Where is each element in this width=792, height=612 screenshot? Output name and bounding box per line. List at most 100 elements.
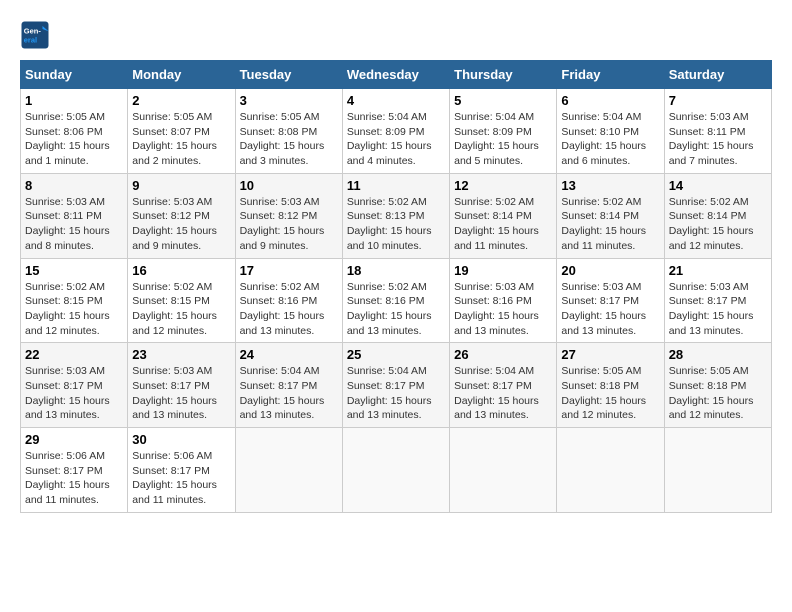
day-info: Sunrise: 5:02 AM Sunset: 8:16 PM Dayligh… [347, 280, 445, 339]
calendar-cell: 20Sunrise: 5:03 AM Sunset: 8:17 PM Dayli… [557, 258, 664, 343]
calendar-cell: 30 Sunrise: 5:06 AM Sunset: 8:17 PM Dayli… [128, 428, 235, 513]
calendar-cell: 11Sunrise: 5:02 AM Sunset: 8:13 PM Dayli… [342, 173, 449, 258]
calendar-table: SundayMondayTuesdayWednesdayThursdayFrid… [20, 60, 772, 513]
calendar-cell: 1Sunrise: 5:05 AM Sunset: 8:06 PM Daylig… [21, 89, 128, 174]
calendar-cell: 4Sunrise: 5:04 AM Sunset: 8:09 PM Daylig… [342, 89, 449, 174]
calendar-cell: 28 Sunrise: 5:05 AM Sunset: 8:18 PM Dayli… [664, 343, 771, 428]
day-number: 1 [25, 93, 123, 108]
calendar-cell: 10 Sunrise: 5:03 AM Sunset: 8:12 PM Dayli… [235, 173, 342, 258]
svg-text:eral: eral [24, 36, 37, 45]
day-info: Sunrise: 5:03 AM Sunset: 8:11 PM Dayligh… [669, 110, 767, 169]
calendar-cell: 23 Sunrise: 5:03 AM Sunset: 8:17 PM Dayli… [128, 343, 235, 428]
day-info: Sunrise: 5:02 AM Sunset: 8:16 PM Dayligh… [240, 280, 338, 339]
calendar-cell: 5 Sunrise: 5:04 AM Sunset: 8:09 PM Daylig… [450, 89, 557, 174]
day-number: 17 [240, 263, 338, 278]
calendar-cell: 27 Sunrise: 5:05 AM Sunset: 8:18 PM Dayli… [557, 343, 664, 428]
weekday-header-wednesday: Wednesday [342, 61, 449, 89]
day-number: 24 [240, 347, 338, 362]
day-info: Sunrise: 5:02 AM Sunset: 8:15 PM Dayligh… [132, 280, 230, 339]
day-number: 25 [347, 347, 445, 362]
calendar-cell [557, 428, 664, 513]
day-number: 14 [669, 178, 767, 193]
day-info: Sunrise: 5:02 AM Sunset: 8:14 PM Dayligh… [561, 195, 659, 254]
calendar-cell: 21 Sunrise: 5:03 AM Sunset: 8:17 PM Dayli… [664, 258, 771, 343]
calendar-cell: 24 Sunrise: 5:04 AM Sunset: 8:17 PM Dayli… [235, 343, 342, 428]
day-number: 6 [561, 93, 659, 108]
weekday-header-sunday: Sunday [21, 61, 128, 89]
day-info: Sunrise: 5:04 AM Sunset: 8:17 PM Dayligh… [454, 364, 552, 423]
calendar-cell: 9 Sunrise: 5:03 AM Sunset: 8:12 PM Daylig… [128, 173, 235, 258]
calendar-week-row: 8 Sunrise: 5:03 AM Sunset: 8:11 PM Daylig… [21, 173, 772, 258]
day-info: Sunrise: 5:04 AM Sunset: 8:17 PM Dayligh… [240, 364, 338, 423]
calendar-cell [450, 428, 557, 513]
calendar-week-row: 29 Sunrise: 5:06 AM Sunset: 8:17 PM Dayli… [21, 428, 772, 513]
day-info: Sunrise: 5:03 AM Sunset: 8:17 PM Dayligh… [669, 280, 767, 339]
day-info: Sunrise: 5:04 AM Sunset: 8:09 PM Dayligh… [347, 110, 445, 169]
page-header: Gen- eral [20, 20, 772, 50]
day-number: 26 [454, 347, 552, 362]
day-number: 29 [25, 432, 123, 447]
calendar-cell [235, 428, 342, 513]
calendar-cell: 17 Sunrise: 5:02 AM Sunset: 8:16 PM Dayli… [235, 258, 342, 343]
day-info: Sunrise: 5:02 AM Sunset: 8:14 PM Dayligh… [669, 195, 767, 254]
calendar-week-row: 1Sunrise: 5:05 AM Sunset: 8:06 PM Daylig… [21, 89, 772, 174]
calendar-cell: 3 Sunrise: 5:05 AM Sunset: 8:08 PM Daylig… [235, 89, 342, 174]
day-number: 18 [347, 263, 445, 278]
day-info: Sunrise: 5:04 AM Sunset: 8:10 PM Dayligh… [561, 110, 659, 169]
day-number: 8 [25, 178, 123, 193]
weekday-header-tuesday: Tuesday [235, 61, 342, 89]
day-number: 28 [669, 347, 767, 362]
day-number: 5 [454, 93, 552, 108]
day-info: Sunrise: 5:03 AM Sunset: 8:12 PM Dayligh… [240, 195, 338, 254]
day-info: Sunrise: 5:04 AM Sunset: 8:09 PM Dayligh… [454, 110, 552, 169]
day-info: Sunrise: 5:03 AM Sunset: 8:17 PM Dayligh… [132, 364, 230, 423]
day-info: Sunrise: 5:03 AM Sunset: 8:11 PM Dayligh… [25, 195, 123, 254]
calendar-week-row: 15 Sunrise: 5:02 AM Sunset: 8:15 PM Dayli… [21, 258, 772, 343]
day-info: Sunrise: 5:05 AM Sunset: 8:07 PM Dayligh… [132, 110, 230, 169]
calendar-cell: 13 Sunrise: 5:02 AM Sunset: 8:14 PM Dayli… [557, 173, 664, 258]
calendar-cell: 22 Sunrise: 5:03 AM Sunset: 8:17 PM Dayli… [21, 343, 128, 428]
day-number: 7 [669, 93, 767, 108]
day-number: 20 [561, 263, 659, 278]
day-info: Sunrise: 5:03 AM Sunset: 8:17 PM Dayligh… [25, 364, 123, 423]
day-number: 13 [561, 178, 659, 193]
day-number: 11 [347, 178, 445, 193]
calendar-cell: 14 Sunrise: 5:02 AM Sunset: 8:14 PM Dayli… [664, 173, 771, 258]
day-info: Sunrise: 5:03 AM Sunset: 8:16 PM Dayligh… [454, 280, 552, 339]
calendar-cell: 6 Sunrise: 5:04 AM Sunset: 8:10 PM Daylig… [557, 89, 664, 174]
day-info: Sunrise: 5:06 AM Sunset: 8:17 PM Dayligh… [132, 449, 230, 508]
day-number: 23 [132, 347, 230, 362]
day-number: 9 [132, 178, 230, 193]
calendar-cell: 29 Sunrise: 5:06 AM Sunset: 8:17 PM Dayli… [21, 428, 128, 513]
day-info: Sunrise: 5:03 AM Sunset: 8:12 PM Dayligh… [132, 195, 230, 254]
day-number: 3 [240, 93, 338, 108]
weekday-header-monday: Monday [128, 61, 235, 89]
day-info: Sunrise: 5:02 AM Sunset: 8:14 PM Dayligh… [454, 195, 552, 254]
day-number: 15 [25, 263, 123, 278]
day-info: Sunrise: 5:05 AM Sunset: 8:18 PM Dayligh… [669, 364, 767, 423]
day-number: 30 [132, 432, 230, 447]
day-number: 22 [25, 347, 123, 362]
calendar-cell: 7 Sunrise: 5:03 AM Sunset: 8:11 PM Daylig… [664, 89, 771, 174]
day-info: Sunrise: 5:05 AM Sunset: 8:18 PM Dayligh… [561, 364, 659, 423]
day-info: Sunrise: 5:06 AM Sunset: 8:17 PM Dayligh… [25, 449, 123, 508]
day-info: Sunrise: 5:02 AM Sunset: 8:15 PM Dayligh… [25, 280, 123, 339]
day-number: 2 [132, 93, 230, 108]
calendar-cell: 2 Sunrise: 5:05 AM Sunset: 8:07 PM Daylig… [128, 89, 235, 174]
day-number: 27 [561, 347, 659, 362]
calendar-cell: 18 Sunrise: 5:02 AM Sunset: 8:16 PM Dayli… [342, 258, 449, 343]
day-number: 10 [240, 178, 338, 193]
day-number: 21 [669, 263, 767, 278]
weekday-header-friday: Friday [557, 61, 664, 89]
calendar-cell [342, 428, 449, 513]
calendar-cell: 15 Sunrise: 5:02 AM Sunset: 8:15 PM Dayli… [21, 258, 128, 343]
calendar-cell: 8 Sunrise: 5:03 AM Sunset: 8:11 PM Daylig… [21, 173, 128, 258]
svg-text:Gen-: Gen- [24, 27, 42, 36]
logo-icon: Gen- eral [20, 20, 50, 50]
weekday-header-thursday: Thursday [450, 61, 557, 89]
calendar-cell: 12 Sunrise: 5:02 AM Sunset: 8:14 PM Dayli… [450, 173, 557, 258]
day-info: Sunrise: 5:05 AM Sunset: 8:08 PM Dayligh… [240, 110, 338, 169]
day-number: 12 [454, 178, 552, 193]
calendar-cell [664, 428, 771, 513]
weekday-header-row: SundayMondayTuesdayWednesdayThursdayFrid… [21, 61, 772, 89]
